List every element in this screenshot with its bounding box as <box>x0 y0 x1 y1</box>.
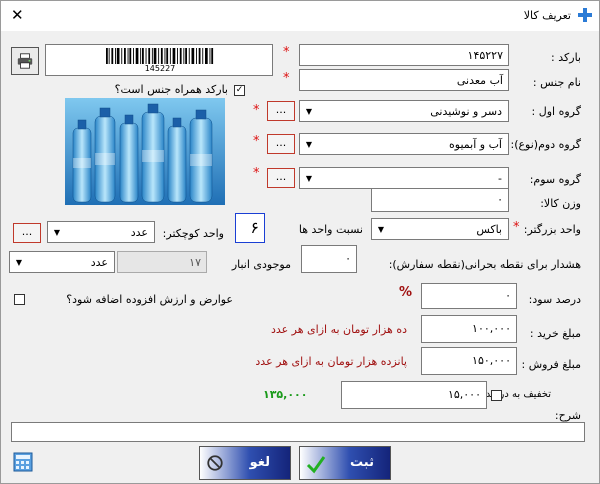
small-unit-selected-value: عدد <box>130 226 148 239</box>
tax-checkbox[interactable] <box>14 294 25 305</box>
group2-select[interactable]: آب و آبمیوه ▼ <box>299 133 509 155</box>
chevron-down-icon: ▼ <box>53 228 61 237</box>
cancel-icon <box>207 455 223 471</box>
profit-percent-sign: % <box>399 285 413 300</box>
chevron-down-icon: ▼ <box>305 107 313 116</box>
discount-input[interactable]: ۱۵,۰۰۰ <box>341 381 487 409</box>
tax-label: عوارض و ارزش افزوده اضافه شود؟ <box>66 293 233 306</box>
chevron-down-icon: ▼ <box>305 174 313 183</box>
group2-required-mark: * <box>253 134 260 149</box>
stock-unit-selected-value: عدد <box>90 256 108 269</box>
sell-price-input[interactable]: ۱۵۰,۰۰۰ <box>421 347 517 375</box>
group2-label: گروه دوم(نوع): <box>510 138 582 151</box>
water-bottles-image <box>65 98 225 205</box>
group3-label: گروه سوم: <box>529 173 581 186</box>
cancel-button[interactable]: لغو <box>199 446 291 480</box>
name-input[interactable]: آب معدنی <box>299 69 509 91</box>
buy-price-label: مبلغ خرید : <box>529 327 581 340</box>
group1-browse-button[interactable]: ... <box>267 101 295 121</box>
big-unit-label: واحد بزرگتر: <box>523 223 581 236</box>
group3-browse-button[interactable]: ... <box>267 168 295 188</box>
group1-selected-value: دسر و نوشیدنی <box>430 105 502 118</box>
group3-required-mark: * <box>253 166 260 181</box>
product-image <box>65 98 225 205</box>
description-input[interactable] <box>11 422 585 442</box>
buy-price-words: ده هزار تومان به ازای هر عدد <box>270 323 407 336</box>
big-unit-selected-value: باکس <box>476 223 502 236</box>
small-unit-select[interactable]: عدد ▼ <box>47 221 155 243</box>
barcode-input[interactable]: ۱۴۵۲۲۷ <box>299 44 509 66</box>
printer-icon <box>17 53 33 69</box>
chevron-down-icon: ▼ <box>305 140 313 149</box>
print-button[interactable] <box>11 47 39 75</box>
submit-button-label: ثبت <box>350 455 374 470</box>
weight-label: وزن کالا: <box>540 197 581 210</box>
sell-price-label: مبلغ فروش : <box>521 358 581 371</box>
discount-checkbox[interactable] <box>491 390 502 401</box>
barcode-label: بارکد : <box>551 51 581 64</box>
chevron-down-icon: ▼ <box>377 225 385 234</box>
calculator-icon <box>13 452 33 472</box>
close-button[interactable]: ✕ <box>11 7 24 23</box>
group3-select[interactable]: - ▼ <box>299 167 509 189</box>
chevron-down-icon: ▼ <box>15 258 23 267</box>
checkmark-icon <box>306 456 326 474</box>
group3-selected-value: - <box>498 172 502 185</box>
critical-warning-input[interactable]: ۰ <box>301 245 357 273</box>
name-required-mark: * <box>283 71 290 86</box>
critical-warning-label: هشدار برای نقطه بحرانی(نقطه سفارش): <box>388 258 581 271</box>
big-unit-select[interactable]: باکس ▼ <box>371 218 509 240</box>
group1-required-mark: * <box>253 103 260 118</box>
barcode-required-mark: * <box>283 45 290 60</box>
submit-button[interactable]: ثبت <box>299 446 391 480</box>
title-bar: ✕ تعریف کالا <box>1 1 599 31</box>
stock-label: موجودی انبار <box>231 258 291 271</box>
big-unit-required-mark: * <box>513 220 520 235</box>
cancel-button-label: لغو <box>249 455 270 470</box>
small-unit-label: واحد کوچکتر: <box>162 227 224 240</box>
discount-result: ۱۳۵,۰۰۰ <box>263 388 308 401</box>
group1-label: گروه اول : <box>531 105 581 118</box>
profit-input[interactable]: ۰ <box>421 283 517 309</box>
group1-select[interactable]: دسر و نوشیدنی ▼ <box>299 100 509 122</box>
group2-selected-value: آب و آبمیوه <box>449 138 502 151</box>
small-unit-browse-button[interactable]: ... <box>13 223 41 243</box>
unit-ratio-input[interactable]: ۶ <box>235 213 265 243</box>
profit-label: درصد سود: <box>528 293 581 306</box>
buy-price-input[interactable]: ۱۰۰,۰۰۰ <box>421 315 517 343</box>
name-label: نام جنس : <box>532 76 581 89</box>
weight-input[interactable]: ۰ <box>371 188 509 212</box>
sell-price-words: پانزده هزار تومان به ازای هر عدد <box>255 355 407 368</box>
add-icon <box>578 8 592 22</box>
barcode-image: 145227 <box>45 44 273 76</box>
calculator-button[interactable] <box>13 452 33 472</box>
stock-unit-select[interactable]: عدد ▼ <box>9 251 115 273</box>
window-title: تعریف کالا <box>523 9 571 22</box>
stock-value: ۱۷ <box>117 251 207 273</box>
product-definition-window: ✕ تعریف کالا 145227 بارکد: * ۱۴۵۲۲۷ نام… <box>0 0 600 484</box>
unit-ratio-label: نسبت واحد ها <box>298 223 363 236</box>
barcode-with-name-checkbox[interactable]: ✓ <box>234 85 245 96</box>
barcode-with-name-label: بارکد همراه جنس است؟ <box>114 83 228 96</box>
barcode-bars <box>106 48 214 64</box>
barcode-number: 145227 <box>144 64 176 73</box>
group2-browse-button[interactable]: ... <box>267 134 295 154</box>
description-label: شرح: <box>554 409 581 422</box>
